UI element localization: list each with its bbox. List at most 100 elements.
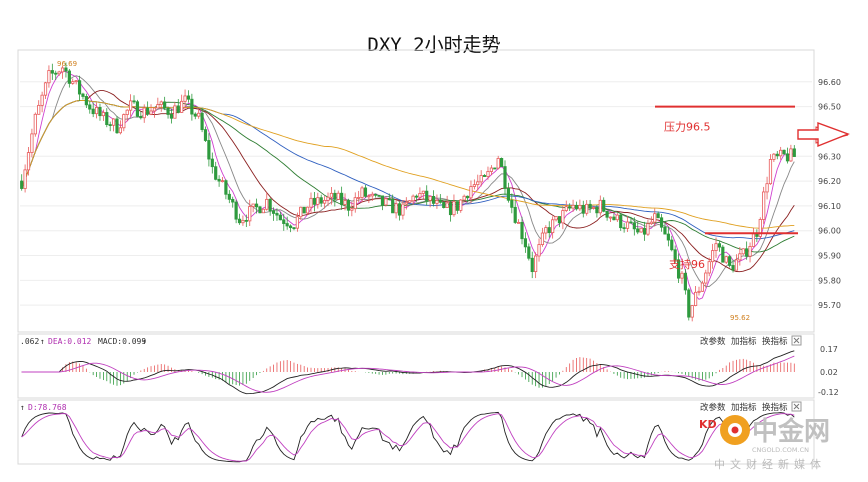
candle-body <box>731 265 735 271</box>
candle-body <box>574 204 579 210</box>
macd-ytick: -0.12 <box>818 388 839 397</box>
candle-body <box>74 80 78 83</box>
candles <box>20 62 796 322</box>
candle-body <box>666 233 670 241</box>
candle-body <box>721 246 725 263</box>
candle-body <box>309 197 313 208</box>
candle-body <box>224 180 228 195</box>
candle-body <box>33 113 37 135</box>
candle-body <box>537 244 541 257</box>
candle-body <box>30 133 34 153</box>
candle-body <box>734 259 739 271</box>
kdj-plot <box>21 411 795 463</box>
candle-body <box>207 140 211 160</box>
candle-body <box>350 208 354 211</box>
candle-body <box>319 197 323 204</box>
candle-body <box>265 198 269 210</box>
candle-body <box>772 153 776 160</box>
candle-body <box>602 199 606 212</box>
candle-body <box>619 214 623 229</box>
price-tick-label: 96.00 <box>818 227 841 236</box>
candle-body <box>642 227 647 235</box>
candle-body <box>717 243 722 248</box>
candle-body <box>615 214 619 221</box>
candle-body <box>557 216 562 224</box>
kdj-d-label: D:78.768 <box>28 403 67 412</box>
candle-body <box>653 213 657 223</box>
candle-body <box>112 118 116 126</box>
candle-body <box>84 96 88 106</box>
candle-body <box>268 198 272 212</box>
candle-body <box>323 199 327 204</box>
candle-body <box>88 104 92 110</box>
candle-body <box>91 108 95 115</box>
candle-body <box>129 100 133 111</box>
watermark-cn: 中文财经新媒体 <box>714 457 826 471</box>
candle-body <box>387 198 391 201</box>
candle-body <box>639 227 643 233</box>
candle-body <box>156 104 160 109</box>
candle-body <box>203 129 208 141</box>
candle-body <box>768 159 773 185</box>
main-panel-frame <box>17 49 815 333</box>
candle-body <box>261 208 265 214</box>
candle-body <box>391 198 395 214</box>
kdj-switch-indicator-button[interactable]: 换指标 <box>762 402 788 413</box>
candle-body <box>714 243 718 252</box>
candle-body <box>401 203 405 216</box>
candle-body <box>244 219 248 222</box>
kdj-d-line <box>21 413 795 462</box>
kdj-k-line <box>21 411 795 463</box>
watermark: 中金网 CNGOLD.COM.CN 中文财经新媒体 <box>714 415 830 471</box>
macd-up-arrow-icon: ↑ <box>40 337 45 346</box>
low-label: 95.62 <box>730 314 750 322</box>
candle-body <box>306 206 310 214</box>
candle-body <box>571 204 575 209</box>
candle-body <box>595 206 599 214</box>
candle-body <box>452 201 456 216</box>
candle-body <box>762 191 766 220</box>
candle-body <box>54 72 58 75</box>
candle-body <box>173 105 177 119</box>
candle-body <box>544 227 548 234</box>
candle-body <box>728 256 732 266</box>
candle-body <box>285 223 289 227</box>
candle-body <box>81 93 85 97</box>
candle-body <box>394 203 398 214</box>
candle-body <box>71 81 75 84</box>
candle-body <box>554 216 558 221</box>
candle-body <box>476 181 480 186</box>
candle-body <box>782 149 786 155</box>
macd-edit-params-button[interactable]: 改参数 <box>700 336 726 347</box>
candle-body <box>343 200 347 205</box>
candle-body <box>503 166 507 189</box>
candle-body <box>598 199 602 214</box>
candle-body <box>659 217 664 228</box>
candle-body <box>455 201 459 211</box>
candle-body <box>67 70 71 84</box>
candle-body <box>690 305 694 318</box>
candle-body <box>670 239 674 251</box>
watermark-logo-text: 中金网 <box>752 416 830 447</box>
candle-body <box>282 219 286 224</box>
candle-body <box>581 204 585 214</box>
candle-body <box>23 169 27 189</box>
macd-switch-indicator-button[interactable]: 换指标 <box>762 336 788 347</box>
candle-body <box>316 197 320 205</box>
candle-body <box>629 221 633 224</box>
candle-body <box>210 158 214 168</box>
candle-body <box>428 195 432 201</box>
candle-body <box>622 227 626 230</box>
macd-ytick: 0.02 <box>820 368 838 377</box>
kdj-edit-params-button[interactable]: 改参数 <box>700 402 726 413</box>
macd-ytick: 0.17 <box>820 345 838 354</box>
candle-body <box>704 272 708 284</box>
kdj-arrow-icon: ↑ <box>20 403 25 412</box>
price-tick-label: 95.70 <box>818 301 841 310</box>
candle-body <box>591 206 596 209</box>
candle-body <box>632 222 636 230</box>
candle-body <box>418 193 422 198</box>
macd-add-indicator-button[interactable]: 加指标 <box>731 336 757 347</box>
candle-body <box>435 200 439 204</box>
kdj-add-indicator-button[interactable]: 加指标 <box>731 402 757 413</box>
